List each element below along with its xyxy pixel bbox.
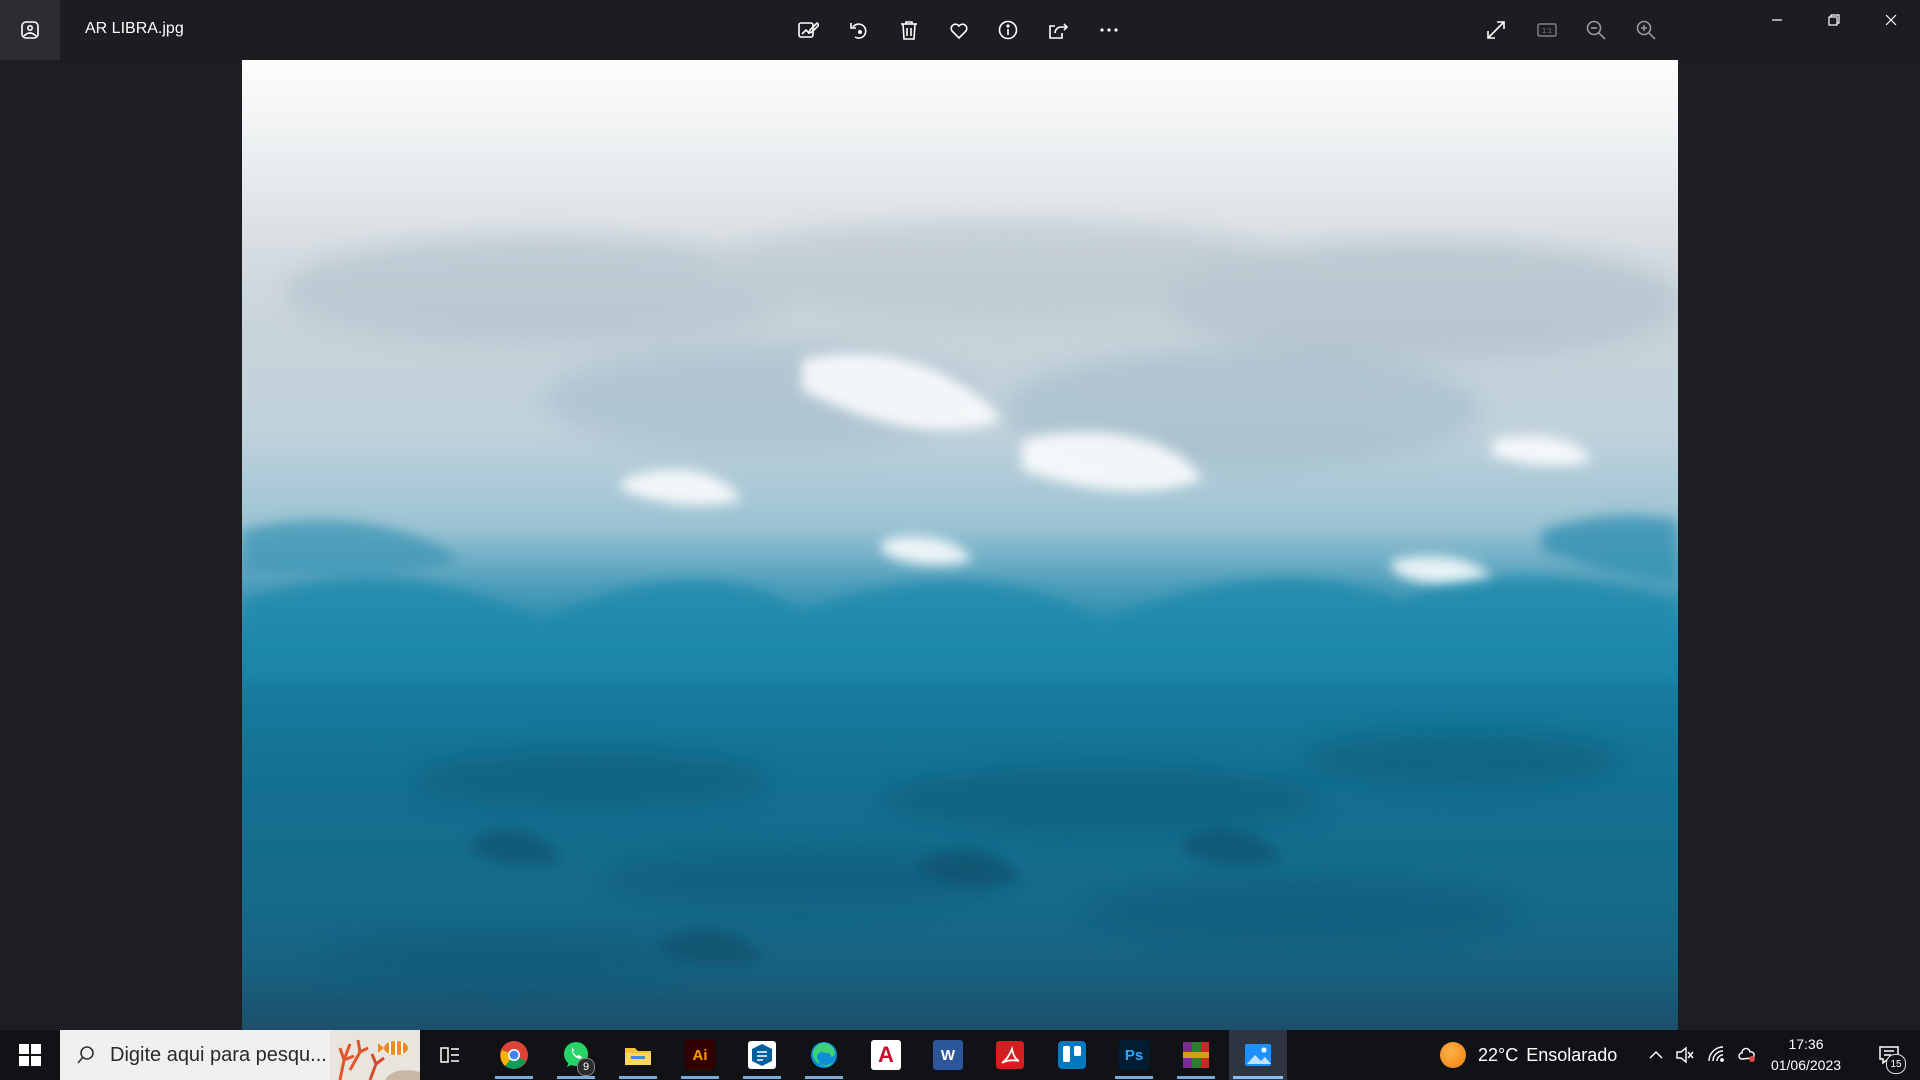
restore-button[interactable] bbox=[1806, 0, 1862, 40]
edit-image-icon bbox=[798, 21, 819, 38]
autocad-icon: A bbox=[871, 1040, 901, 1070]
displayed-photo[interactable] bbox=[242, 60, 1678, 1030]
taskbar-app-illustrator[interactable]: Ai bbox=[671, 1030, 729, 1080]
taskbar-app-file-explorer[interactable] bbox=[609, 1030, 667, 1080]
minimize-icon bbox=[1772, 19, 1782, 21]
taskbar-app-autocad[interactable]: A bbox=[857, 1030, 915, 1080]
rotate-icon bbox=[850, 23, 867, 39]
weather-widget[interactable]: 22°C Ensolarado bbox=[1440, 1030, 1617, 1080]
trash-icon bbox=[901, 21, 917, 40]
network-button[interactable] bbox=[1705, 1043, 1729, 1067]
zoom-in-button[interactable] bbox=[1628, 12, 1664, 48]
delete-button[interactable] bbox=[891, 12, 927, 48]
clock-date: 01/06/2023 bbox=[1770, 1057, 1842, 1073]
weather-temp: 22°C bbox=[1478, 1044, 1519, 1065]
taskbar-app-edge[interactable] bbox=[795, 1030, 853, 1080]
weather-condition: Ensolarado bbox=[1526, 1044, 1618, 1065]
search-icon bbox=[77, 1046, 94, 1064]
clock[interactable]: 17:36 01/06/2023 bbox=[1764, 1034, 1848, 1076]
restore-icon bbox=[1828, 14, 1840, 26]
chevron-up-icon bbox=[1649, 1050, 1663, 1059]
wifi-icon bbox=[1708, 1046, 1724, 1062]
notification-center-button[interactable]: 15 bbox=[1866, 1030, 1912, 1080]
photoshop-icon: Ps bbox=[1119, 1040, 1149, 1070]
whatsapp-badge: 9 bbox=[577, 1058, 595, 1076]
close-button[interactable] bbox=[1863, 0, 1919, 40]
taskbar-app-photos[interactable] bbox=[1229, 1030, 1287, 1080]
actual-size-button[interactable]: 1:1 bbox=[1529, 12, 1565, 48]
task-view-icon bbox=[440, 1047, 459, 1063]
taskbar-app-sketchup[interactable] bbox=[733, 1030, 791, 1080]
taskbar-app-word[interactable]: W bbox=[919, 1030, 977, 1080]
sketchup-icon bbox=[748, 1041, 776, 1069]
clock-time: 17:36 bbox=[1788, 1036, 1824, 1052]
close-icon bbox=[1885, 14, 1897, 26]
rotate-button[interactable] bbox=[841, 12, 877, 48]
sun-icon bbox=[1440, 1042, 1466, 1068]
share-button[interactable] bbox=[1040, 12, 1076, 48]
taskbar-app-trello[interactable] bbox=[1043, 1030, 1101, 1080]
more-button[interactable] bbox=[1091, 12, 1127, 48]
expand-icon bbox=[1487, 21, 1505, 39]
taskbar-app-chrome[interactable] bbox=[485, 1030, 543, 1080]
notification-count: 15 bbox=[1886, 1054, 1906, 1074]
info-button[interactable] bbox=[990, 12, 1026, 48]
favorite-button[interactable] bbox=[941, 12, 977, 48]
photos-icon bbox=[1245, 1044, 1271, 1066]
info-icon bbox=[998, 20, 1018, 40]
more-icon bbox=[1100, 28, 1118, 32]
volume-button[interactable] bbox=[1673, 1043, 1697, 1067]
taskbar-app-acrobat[interactable] bbox=[981, 1030, 1039, 1080]
zoom-in-icon bbox=[1636, 20, 1656, 40]
folder-icon bbox=[625, 1048, 651, 1065]
zoom-out-button[interactable] bbox=[1578, 12, 1614, 48]
acrobat-icon bbox=[996, 1041, 1024, 1069]
coral-fish-icon bbox=[330, 1030, 420, 1080]
volume-muted-icon bbox=[1676, 1046, 1694, 1064]
taskbar-app-winrar[interactable] bbox=[1167, 1030, 1225, 1080]
word-icon: W bbox=[933, 1040, 963, 1070]
minimize-button[interactable] bbox=[1749, 0, 1805, 40]
chrome-icon bbox=[500, 1041, 528, 1069]
winrar-icon bbox=[1183, 1042, 1209, 1068]
edit-image-button[interactable] bbox=[790, 12, 826, 48]
share-icon bbox=[1049, 23, 1069, 39]
title-bar: AR LIBRA.jpg 1:1 bbox=[0, 0, 1920, 60]
window-title: AR LIBRA.jpg bbox=[85, 20, 184, 37]
actual-size-label: 1:1 bbox=[1542, 28, 1552, 35]
task-view-button[interactable] bbox=[428, 1030, 472, 1080]
search-box[interactable]: Digite aqui para pesqu... bbox=[60, 1030, 420, 1080]
taskbar: Digite aqui para pesqu... 9 Ai A W Ps 22… bbox=[0, 1030, 1920, 1080]
taskbar-app-whatsapp[interactable]: 9 bbox=[547, 1030, 605, 1080]
trello-icon bbox=[1058, 1041, 1086, 1069]
search-placeholder: Digite aqui para pesqu... bbox=[110, 1043, 327, 1066]
taskbar-app-photoshop[interactable]: Ps bbox=[1105, 1030, 1163, 1080]
edge-icon bbox=[811, 1042, 837, 1068]
start-button[interactable] bbox=[0, 1030, 60, 1080]
one-to-one-icon: 1:1 bbox=[1537, 23, 1557, 37]
show-hidden-icons-button[interactable] bbox=[1644, 1043, 1668, 1067]
onedrive-button[interactable] bbox=[1735, 1043, 1759, 1067]
fullscreen-button[interactable] bbox=[1478, 12, 1514, 48]
illustrator-icon: Ai bbox=[685, 1040, 715, 1070]
heart-icon bbox=[950, 23, 968, 40]
photos-app-icon[interactable] bbox=[0, 0, 60, 60]
windows-logo-icon bbox=[19, 1044, 41, 1066]
cloud-sync-icon bbox=[1738, 1047, 1755, 1062]
zoom-out-icon bbox=[1586, 20, 1606, 40]
